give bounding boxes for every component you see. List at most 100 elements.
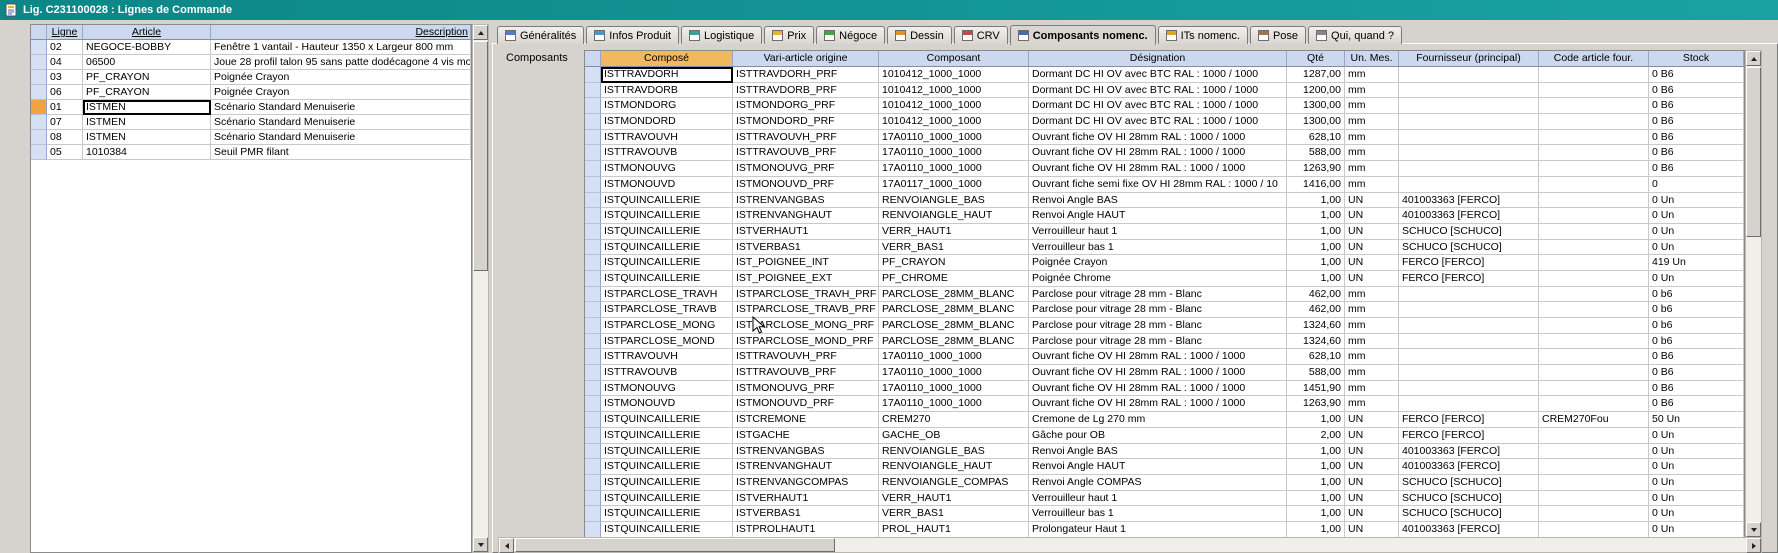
cell-compose[interactable]: ISTTRAVOUVB	[601, 145, 733, 161]
cell-designation[interactable]: Ouvrant fiche semi fixe OV HI 28mm RAL :…	[1029, 177, 1287, 193]
cell-compose[interactable]: ISTTRAVDORB	[601, 83, 733, 99]
cell-stock[interactable]: 0 B6	[1649, 349, 1744, 365]
row-selector[interactable]	[585, 177, 601, 193]
cell-composant[interactable]: VERR_BAS1	[879, 240, 1029, 256]
cell-un-mes[interactable]: UN	[1345, 444, 1399, 460]
cell-vari-article-origine[interactable]: ISTVERBAS1	[733, 506, 879, 522]
component-row[interactable]: ISTPARCLOSE_TRAVHISTPARCLOSE_TRAVH_PRFPA…	[585, 287, 1744, 303]
component-row[interactable]: ISTQUINCAILLERIEIST_POIGNEE_EXTPF_CHROME…	[585, 271, 1744, 287]
component-row[interactable]: ISTQUINCAILLERIEISTRENVANGHAUTRENVOIANGL…	[585, 459, 1744, 475]
component-row[interactable]: ISTTRAVOUVBISTTRAVOUVB_PRF17A0110_1000_1…	[585, 365, 1744, 381]
cell-designation[interactable]: Renvoi Angle BAS	[1029, 193, 1287, 209]
cell-code-article-four[interactable]	[1539, 83, 1649, 99]
cell-stock[interactable]: 0 B6	[1649, 114, 1744, 130]
cell-un-mes[interactable]: UN	[1345, 412, 1399, 428]
component-row[interactable]: ISTQUINCAILLERIEISTRENVANGHAUTRENVOIANGL…	[585, 208, 1744, 224]
cell-code-article-four[interactable]	[1539, 224, 1649, 240]
cell-composant[interactable]: 17A0110_1000_1000	[879, 349, 1029, 365]
cell-code-article-four[interactable]	[1539, 287, 1649, 303]
scroll-up-button[interactable]	[1746, 51, 1761, 66]
column-header-vari-article-origine[interactable]: Vari-article origine	[733, 51, 879, 67]
row-selector[interactable]	[31, 55, 47, 70]
cell-code-article-four[interactable]	[1539, 459, 1649, 475]
cell-compose[interactable]: ISTQUINCAILLERIE	[601, 193, 733, 209]
cell-ligne[interactable]: 02	[47, 40, 83, 55]
cell-designation[interactable]: Parclose pour vitrage 28 mm - Blanc	[1029, 302, 1287, 318]
component-row[interactable]: ISTMONOUVDISTMONOUVD_PRF17A0110_1000_100…	[585, 396, 1744, 412]
cell-fournisseur-principal[interactable]	[1399, 114, 1539, 130]
cell-vari-article-origine[interactable]: ISTMONOUVD_PRF	[733, 177, 879, 193]
cell-code-article-four[interactable]	[1539, 114, 1649, 130]
column-header-description[interactable]: Description	[211, 25, 471, 40]
cell-un-mes[interactable]: mm	[1345, 334, 1399, 350]
cell-qte[interactable]: 588,00	[1287, 365, 1345, 381]
cell-designation[interactable]: Ouvrant fiche OV HI 28mm RAL : 1000 / 10…	[1029, 349, 1287, 365]
cell-qte[interactable]: 1,00	[1287, 224, 1345, 240]
tab-negoce[interactable]: Négoce	[816, 26, 885, 44]
cell-fournisseur-principal[interactable]	[1399, 145, 1539, 161]
cell-un-mes[interactable]: UN	[1345, 522, 1399, 538]
cell-fournisseur-principal[interactable]	[1399, 396, 1539, 412]
tab-dessin[interactable]: Dessin	[887, 26, 952, 44]
component-row[interactable]: ISTMONOUVGISTMONOUVG_PRF17A0110_1000_100…	[585, 381, 1744, 397]
row-selector[interactable]	[585, 161, 601, 177]
cell-composant[interactable]: RENVOIANGLE_HAUT	[879, 459, 1029, 475]
components-grid-vertical-scrollbar[interactable]	[1745, 50, 1762, 538]
cell-compose[interactable]: ISTTRAVOUVH	[601, 130, 733, 146]
cell-code-article-four[interactable]	[1539, 161, 1649, 177]
cell-designation[interactable]: Verrouilleur haut 1	[1029, 491, 1287, 507]
cell-ligne[interactable]: 03	[47, 70, 83, 85]
cell-un-mes[interactable]: mm	[1345, 318, 1399, 334]
cell-vari-article-origine[interactable]: IST_POIGNEE_EXT	[733, 271, 879, 287]
tab-prix[interactable]: Prix	[764, 26, 814, 44]
cell-compose[interactable]: ISTQUINCAILLERIE	[601, 224, 733, 240]
cell-vari-article-origine[interactable]: ISTTRAVDORB_PRF	[733, 83, 879, 99]
component-row[interactable]: ISTQUINCAILLERIEISTPROLHAUT1PROL_HAUT1Pr…	[585, 522, 1744, 538]
cell-designation[interactable]: Ouvrant fiche OV HI 28mm RAL : 1000 / 10…	[1029, 130, 1287, 146]
row-selector[interactable]	[585, 349, 601, 365]
cell-vari-article-origine[interactable]: ISTCREMONE	[733, 412, 879, 428]
cell-un-mes[interactable]: UN	[1345, 491, 1399, 507]
tab-pose[interactable]: Pose	[1250, 26, 1306, 44]
component-row[interactable]: ISTTRAVOUVHISTTRAVOUVH_PRF17A0110_1000_1…	[585, 130, 1744, 146]
column-header-un-mes[interactable]: Un. Mes.	[1345, 51, 1399, 67]
cell-description[interactable]: Scénario Standard Menuiserie	[211, 100, 471, 115]
row-selector[interactable]	[585, 193, 601, 209]
tab-infos-produit[interactable]: Infos Produit	[586, 26, 679, 44]
cell-fournisseur-principal[interactable]	[1399, 334, 1539, 350]
cell-fournisseur-principal[interactable]	[1399, 83, 1539, 99]
row-selector[interactable]	[31, 40, 47, 55]
cell-description[interactable]: Scénario Standard Menuiserie	[211, 130, 471, 145]
cell-compose[interactable]: ISTQUINCAILLERIE	[601, 255, 733, 271]
cell-composant[interactable]: VERR_HAUT1	[879, 491, 1029, 507]
row-selector[interactable]	[31, 100, 47, 115]
cell-vari-article-origine[interactable]: ISTMONDORD_PRF	[733, 114, 879, 130]
cell-article[interactable]: 1010384	[83, 145, 211, 160]
order-line-row[interactable]: 08ISTMENScénario Standard Menuiserie	[31, 130, 471, 145]
column-header-designation[interactable]: Désignation	[1029, 51, 1287, 67]
order-line-row[interactable]: 03PF_CRAYONPoignée Crayon	[31, 70, 471, 85]
cell-composant[interactable]: 1010412_1000_1000	[879, 98, 1029, 114]
cell-stock[interactable]: 0 b6	[1649, 287, 1744, 303]
cell-composant[interactable]: RENVOIANGLE_BAS	[879, 444, 1029, 460]
cell-un-mes[interactable]: mm	[1345, 177, 1399, 193]
component-row[interactable]: ISTQUINCAILLERIEIST_POIGNEE_INTPF_CRAYON…	[585, 255, 1744, 271]
cell-ligne[interactable]: 01	[47, 100, 83, 115]
cell-qte[interactable]: 1416,00	[1287, 177, 1345, 193]
cell-qte[interactable]: 1300,00	[1287, 114, 1345, 130]
cell-compose[interactable]: ISTPARCLOSE_MOND	[601, 334, 733, 350]
cell-stock[interactable]: 0 Un	[1649, 224, 1744, 240]
column-header-stock[interactable]: Stock	[1649, 51, 1744, 67]
scrollbar-thumb[interactable]	[515, 538, 835, 552]
row-selector[interactable]	[585, 67, 601, 83]
cell-description[interactable]: Seuil PMR filant	[211, 145, 471, 160]
cell-article[interactable]: PF_CRAYON	[83, 70, 211, 85]
tab-crv[interactable]: CRV	[954, 26, 1008, 44]
cell-designation[interactable]: Gâche pour OB	[1029, 428, 1287, 444]
row-selector[interactable]	[585, 287, 601, 303]
column-header-ligne[interactable]: Ligne	[47, 25, 83, 40]
cell-vari-article-origine[interactable]: ISTRENVANGCOMPAS	[733, 475, 879, 491]
component-row[interactable]: ISTTRAVDORHISTTRAVDORH_PRF1010412_1000_1…	[585, 67, 1744, 83]
row-selector[interactable]	[31, 145, 47, 160]
cell-composant[interactable]: 1010412_1000_1000	[879, 83, 1029, 99]
